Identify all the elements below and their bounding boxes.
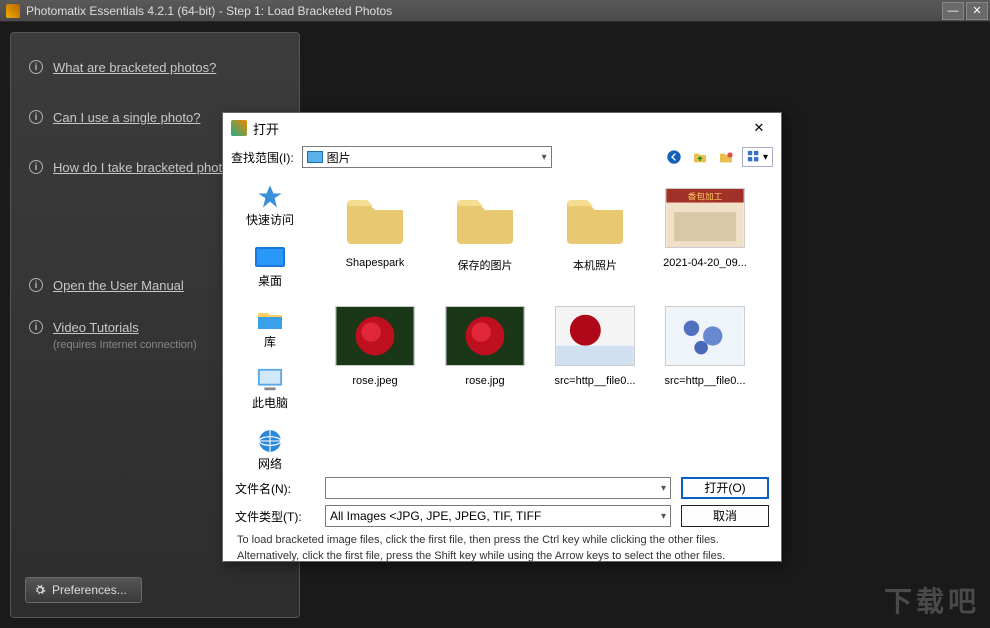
preferences-label: Preferences... (52, 583, 127, 597)
file-open-dialog: 打开 ✕ 查找范围(I): 图片 ▾ ▾ 快速访问桌面库此电脑网络 Shapes… (222, 112, 782, 562)
app-icon (6, 4, 20, 18)
image-thumbnail: 香包加工 (663, 181, 747, 255)
image-thumbnail (553, 299, 637, 373)
chevron-down-icon: ▾ (661, 511, 666, 522)
place-label: 库 (264, 333, 276, 350)
place-label: 桌面 (258, 272, 282, 289)
titlebar: Photomatix Essentials 4.2.1 (64-bit) - S… (0, 0, 990, 22)
dialog-icon (231, 120, 247, 136)
open-button[interactable]: 打开(O) (681, 477, 769, 499)
place-label: 此电脑 (252, 394, 288, 411)
file-list[interactable]: Shapespark保存的图片本机照片香包加工2021-04-20_09... … (317, 171, 781, 471)
lookin-combo[interactable]: 图片 ▾ (302, 146, 552, 168)
image-item[interactable]: src=http__file0... (657, 299, 753, 387)
lookin-value: 图片 (327, 149, 351, 166)
info-icon: i (29, 278, 43, 292)
image-item[interactable]: src=http__file0... (547, 299, 643, 387)
gear-icon (34, 584, 46, 596)
quick-icon (254, 183, 286, 211)
folder-icon (443, 181, 527, 255)
minimize-button[interactable]: — (942, 2, 964, 20)
place-label: 快速访问 (246, 211, 294, 228)
info-icon: i (29, 320, 43, 334)
image-item[interactable]: 香包加工 2021-04-20_09... (657, 181, 753, 273)
thispc-icon (254, 366, 286, 394)
watermark: 下载吧 (884, 580, 980, 620)
place-label: 网络 (258, 455, 282, 472)
info-icon: i (29, 110, 43, 124)
help-sublabel: (requires Internet connection) (53, 339, 197, 351)
item-label: 本机照片 (573, 257, 617, 273)
close-button[interactable]: ✕ (966, 2, 988, 20)
up-one-level-icon[interactable] (690, 147, 710, 167)
chevron-down-icon: ▾ (763, 152, 768, 163)
place-network[interactable]: 网络 (223, 421, 317, 482)
new-folder-icon[interactable] (716, 147, 736, 167)
tip-line-2: Alternatively, click the first file, pre… (235, 549, 769, 563)
network-icon (254, 427, 286, 455)
item-label: 2021-04-20_09... (663, 257, 747, 269)
back-icon[interactable] (664, 147, 684, 167)
help-link[interactable]: Can I use a single photo? (53, 110, 200, 125)
dialog-title: 打开 (253, 119, 279, 138)
preferences-button[interactable]: Preferences... (25, 577, 142, 603)
item-label: 保存的图片 (458, 257, 513, 273)
dialog-toolbar: 查找范围(I): 图片 ▾ ▾ (223, 143, 781, 171)
pictures-folder-icon (307, 151, 323, 163)
filetype-combo[interactable]: All Images <JPG, JPE, JPEG, TIF, TIFF ▾ (325, 505, 671, 527)
image-thumbnail (333, 299, 417, 373)
image-item[interactable]: rose.jpeg (327, 299, 423, 387)
folder-icon (553, 181, 637, 255)
help-link[interactable]: Video Tutorials (53, 320, 139, 335)
item-label: src=http__file0... (664, 375, 745, 387)
item-label: rose.jpg (465, 375, 504, 387)
place-library[interactable]: 库 (223, 299, 317, 360)
chevron-down-icon: ▾ (661, 483, 666, 494)
desktop-icon (254, 244, 286, 272)
dialog-titlebar: 打开 ✕ (223, 113, 781, 143)
chevron-down-icon: ▾ (542, 152, 547, 163)
help-link[interactable]: Open the User Manual (53, 278, 184, 293)
filetype-value: All Images <JPG, JPE, JPEG, TIF, TIFF (330, 509, 541, 523)
help-link[interactable]: How do I take bracketed photos? (53, 160, 243, 175)
place-thispc[interactable]: 此电脑 (223, 360, 317, 421)
folder-icon (333, 181, 417, 255)
place-quick[interactable]: 快速访问 (223, 177, 317, 238)
lookin-label: 查找范围(I): (231, 149, 294, 166)
view-menu-button[interactable]: ▾ (742, 147, 773, 167)
filetype-label: 文件类型(T): (235, 508, 315, 525)
places-bar: 快速访问桌面库此电脑网络 (223, 171, 317, 471)
folder-item[interactable]: 本机照片 (547, 181, 643, 273)
item-label: rose.jpeg (352, 375, 397, 387)
cancel-button[interactable]: 取消 (681, 505, 769, 527)
image-thumbnail (663, 299, 747, 373)
image-item[interactable]: rose.jpg (437, 299, 533, 387)
place-desktop[interactable]: 桌面 (223, 238, 317, 299)
filename-input[interactable]: ▾ (325, 477, 671, 499)
filename-label: 文件名(N): (235, 480, 315, 497)
library-icon (254, 305, 286, 333)
info-icon: i (29, 60, 43, 74)
item-label: src=http__file0... (554, 375, 635, 387)
window-title: Photomatix Essentials 4.2.1 (64-bit) - S… (26, 4, 392, 18)
tip-line-1: To load bracketed image files, click the… (235, 533, 769, 547)
svg-text:香包加工: 香包加工 (688, 191, 723, 202)
dialog-close-button[interactable]: ✕ (745, 117, 773, 139)
help-link[interactable]: What are bracketed photos? (53, 60, 216, 75)
folder-item[interactable]: 保存的图片 (437, 181, 533, 273)
image-thumbnail (443, 299, 527, 373)
item-label: Shapespark (346, 257, 405, 269)
info-icon: i (29, 160, 43, 174)
folder-item[interactable]: Shapespark (327, 181, 423, 273)
help-item: i What are bracketed photos? (11, 51, 299, 101)
